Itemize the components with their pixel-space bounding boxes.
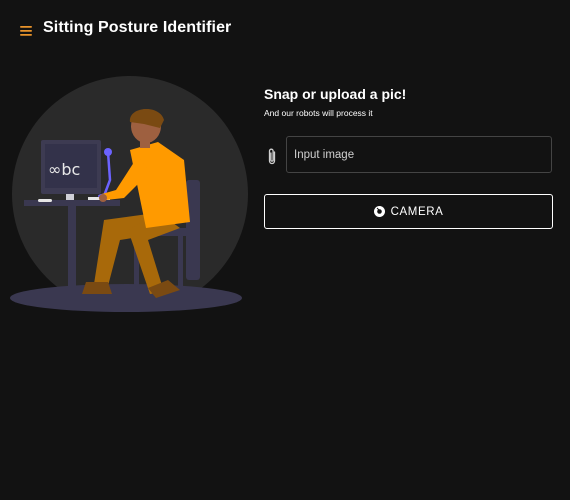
image-input-field[interactable] [286, 136, 552, 173]
camera-button-label: CAMERA [390, 205, 444, 218]
app-bar: Sitting Posture Identifier [0, 0, 570, 60]
hamburger-menu-icon[interactable] [16, 20, 36, 40]
sitting-person-illustration: ∞bc [8, 72, 252, 320]
upload-subheading: And our robots will process it [264, 108, 373, 118]
app-title: Sitting Posture Identifier [43, 19, 232, 36]
app-root: Sitting Posture Identifier ∞bc Snap or u… [0, 0, 570, 500]
camera-icon [373, 206, 385, 217]
upload-heading: Snap or upload a pic! [264, 86, 407, 102]
monitor-screen-text: ∞bc [48, 160, 80, 179]
paperclip-icon[interactable] [265, 147, 279, 167]
camera-button[interactable]: CAMERA [264, 194, 553, 229]
